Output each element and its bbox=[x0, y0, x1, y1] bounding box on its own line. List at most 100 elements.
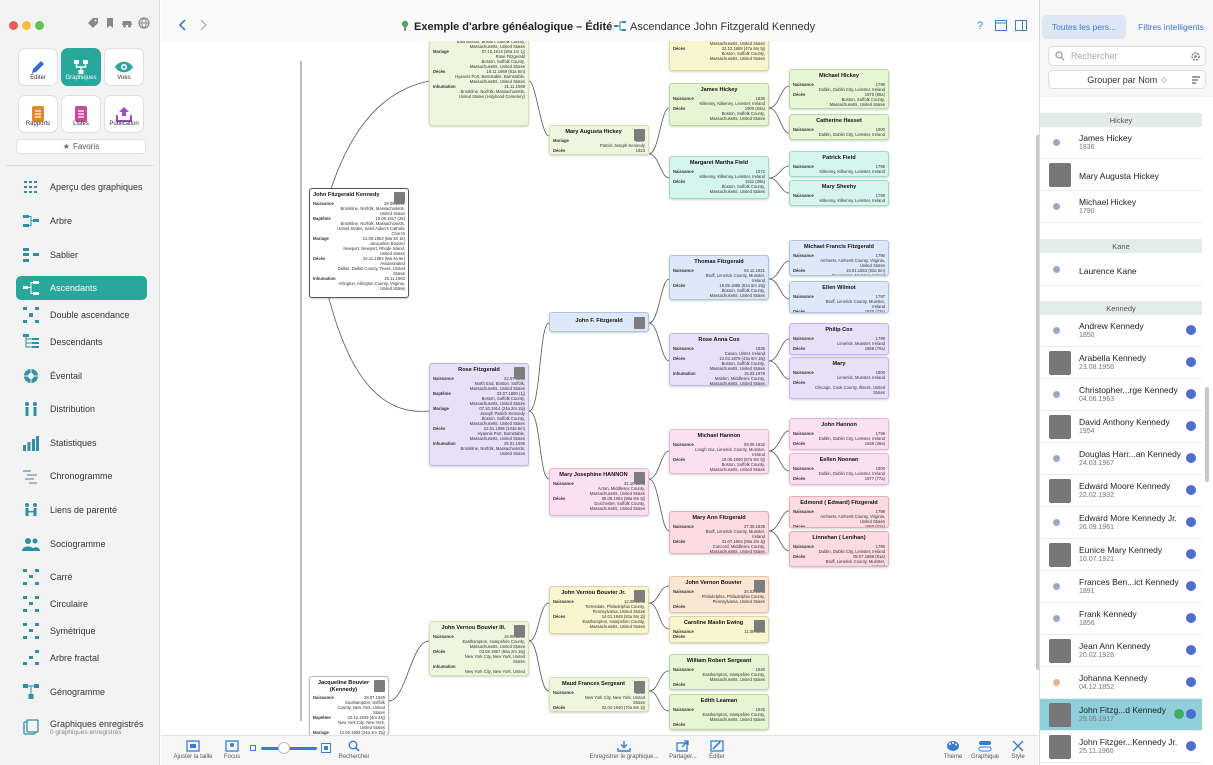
tab-smart-filters[interactable]: Filtres intelligents bbox=[1130, 15, 1212, 39]
reports-button[interactable] bbox=[18, 95, 58, 133]
sidebar-item-hourglass[interactable]: Sablier bbox=[16, 243, 147, 267]
back-chevron-icon[interactable] bbox=[178, 19, 188, 31]
sidebar-item-fractal[interactable]: Arbre fractal bbox=[16, 646, 147, 670]
publish-button[interactable] bbox=[104, 95, 144, 133]
person-card-maud-sergeant[interactable]: Maud Frances Sergeant Naissance1869New Y… bbox=[549, 677, 649, 712]
sidebar-item-ancestors[interactable]: Ascendants bbox=[16, 276, 147, 300]
person-card-jv-bouvier-jr[interactable]: John Vernou Bouvier Jr. Naissance12.08.1… bbox=[549, 586, 649, 634]
window-layout-icon[interactable] bbox=[995, 20, 1007, 31]
sidebar-item-genogram[interactable]: Génogramme bbox=[16, 680, 147, 704]
person-card-thomas-fitzgerald[interactable]: Thomas Fitzgerald Naissance 04.12.1821 Bru… bbox=[669, 255, 769, 300]
list-item[interactable]: Edward Moore Kennedy 22.02.1932 bbox=[1040, 475, 1202, 507]
person-list-scrollbar[interactable] bbox=[1205, 387, 1209, 482]
person-card-jacqueline[interactable]: Jacqueline Bouvier (Kennedy) Naissance 28… bbox=[309, 676, 389, 736]
person-card-john-hannon[interactable]: John Hannon Naissance 1799 Dublin, Dublin … bbox=[789, 418, 889, 450]
list-item[interactable]: Michael Hickey 1790 bbox=[1040, 191, 1202, 223]
tab-all-persons[interactable]: Toutes les pers... bbox=[1042, 15, 1126, 39]
list-item[interactable]: David Anthony Kennedy 1954 bbox=[1040, 411, 1202, 443]
list-item[interactable]: John Fitzger...Kennedy Jr. 25.11.1960 bbox=[1040, 731, 1202, 763]
person-card-michael-francis-fitzgerald[interactable]: Michael Francis Fitzgerald Naissance 1790… bbox=[789, 240, 889, 276]
list-item[interactable]: Douglas Harr...an Kennedy 24.03.1967 bbox=[1040, 443, 1202, 475]
sidebar-item-circular[interactable]: Circulaire bbox=[16, 592, 147, 616]
sidebar-item-overview[interactable]: Aperçu des graphiques bbox=[16, 175, 147, 199]
person-card-mary[interactable]: Mary Naissance 1800 Limerick, Munster, Ire… bbox=[789, 357, 889, 399]
bookmark-icon[interactable] bbox=[103, 16, 117, 30]
person-card-margaret-field[interactable]: Margaret Martha Field Naissance 1872 Kilke… bbox=[669, 156, 769, 199]
list-item[interactable]: James Hickey 1836 bbox=[1040, 127, 1202, 159]
sidebar-item-symmetric[interactable]: Symétrique bbox=[16, 619, 147, 643]
person-card-jv-bouvier-iii[interactable]: John Vernou Bouvier III. Naissance19.05.… bbox=[429, 621, 529, 676]
person-card-edmond-fitzgerald[interactable]: Edmond ( Edward) Fitzgerald Naissance 179… bbox=[789, 496, 889, 528]
list-item[interactable]: Arabella Kennedy 23.08.1956 bbox=[1040, 347, 1202, 379]
group-by-select[interactable]: Grouper par Nom ◇ bbox=[1048, 70, 1206, 89]
sidebar-item-relationship[interactable]: Liens de parenté bbox=[16, 498, 147, 522]
sidebar-item-descendants[interactable]: Descendants bbox=[16, 330, 147, 354]
person-card-william-sergeant[interactable]: William Robert Sergeant Naissance 1840 Eas… bbox=[669, 654, 769, 690]
list-item[interactable]: Andrew Kennedy 1850 bbox=[1040, 315, 1202, 347]
sidebar-item-square[interactable]: Carré bbox=[16, 565, 147, 589]
person-card-james-hickey[interactable]: James Hickey Naissance 1836 Kilkenny, Kilk… bbox=[669, 83, 769, 126]
chart-canvas[interactable]: John Fitzgerald Kennedy Naissance29.05.1… bbox=[161, 41, 1038, 741]
person-card-ellen-wilmot[interactable]: Ellen Wilmot Naissance 1797 Bruff, Limeric… bbox=[789, 281, 889, 313]
person-card-rose-fitzgerald[interactable]: Rose Fitzgerald Naissance22.07.1890North… bbox=[429, 363, 529, 466]
person-card-caroline-ewing[interactable]: Caroline Maslin Ewing Naissance11.08.184… bbox=[669, 616, 769, 643]
sidebar-item-statistics[interactable]: Statistiques bbox=[16, 431, 147, 455]
detail-label bbox=[313, 221, 335, 236]
close-window-button[interactable] bbox=[9, 21, 18, 30]
gear-icon[interactable] bbox=[1190, 51, 1201, 62]
list-item[interactable]: Christopher...rge Kennedy 04.06.1963 bbox=[1040, 379, 1202, 411]
list-item[interactable]: Laurence Kane bbox=[1040, 254, 1202, 286]
sidebar-item-distribution[interactable]: Distribution bbox=[16, 397, 147, 421]
person-card-michael-hannon[interactable]: Michael Hannon Naissance 09.08.1832 Lough … bbox=[669, 429, 769, 474]
list-item[interactable]: Edward More Kennedy Jr. 26.09.1961 bbox=[1040, 507, 1202, 539]
person-card-catherine-hasset[interactable]: Catherine Hasset Naissance 1800 Dublin, Du… bbox=[789, 114, 889, 140]
person-card-jfk[interactable]: John Fitzgerald Kennedy Naissance29.05.1… bbox=[309, 188, 409, 298]
person-card-mary-ann-fitzgerald[interactable]: Mary Ann Fitzgerald Naissance 27.05.1835 B… bbox=[669, 511, 769, 554]
zoom-slider-thumb[interactable] bbox=[278, 742, 290, 754]
list-item[interactable]: Johanna Kennedy 04.12.1852 bbox=[1040, 667, 1202, 699]
tag-icon[interactable] bbox=[86, 16, 100, 30]
sort-icon[interactable] bbox=[1191, 75, 1201, 85]
sidebar-item-sociogram[interactable]: Sociogramme bbox=[16, 532, 147, 556]
save-chart-button[interactable]: Enregistrer le graphique... bbox=[589, 740, 659, 760]
person-card-mary-josephine-hannon[interactable]: Mary Josephine HANNON Naissance31.10.186… bbox=[549, 468, 649, 516]
person-card-linnehan[interactable]: Linnehan ( Lenihan) Naissance 1795 Dublin,… bbox=[789, 531, 889, 567]
person-card-patrick-field[interactable]: Patrick Field Naissance 1795 Kilkenny, Kil… bbox=[789, 151, 889, 177]
forward-chevron-icon[interactable] bbox=[198, 19, 208, 31]
list-item[interactable]: Frank Kennedy 1856 bbox=[1040, 603, 1202, 635]
person-card-philip-cox[interactable]: Philip Cox Naissance 1799 Limerick, Munste… bbox=[789, 323, 889, 355]
list-item-selected[interactable]: John Fitzg...d Kennedy 29.05.1917 bbox=[1040, 699, 1202, 731]
person-card-michael-hickey[interactable]: Michael Hickey Naissance 1790 Dublin, Dubl… bbox=[789, 69, 889, 109]
sidebar-item-tree[interactable]: Arbre bbox=[16, 209, 147, 233]
zoom-out-icon[interactable] bbox=[250, 745, 256, 751]
list-item[interactable]: Mary Augusta Hickey bbox=[1040, 159, 1202, 191]
list-item[interactable]: Frances Ben...ict Kennedy 1891 bbox=[1040, 571, 1202, 603]
globe-icon[interactable] bbox=[137, 16, 151, 30]
sidebar-item-timeline[interactable]: Chronogramme bbox=[16, 464, 147, 488]
style-button[interactable]: Style bbox=[993, 740, 1043, 760]
favorites-button[interactable]: ★ Favoris bbox=[16, 139, 146, 154]
person-card-edith-leaman[interactable]: Edith Leaman Naissance 1845 Easthampton, H… bbox=[669, 694, 769, 730]
car-icon[interactable] bbox=[120, 16, 134, 30]
person-card-mary-sheehy[interactable]: Mary Sheehy Naissance 1799 Kilkenny, Kilke… bbox=[789, 180, 889, 206]
person-card-eellen-noonan[interactable]: Eellen Noonan Naissance 1800 Dublin, Dubli… bbox=[789, 453, 889, 485]
list-item[interactable]: Eunice Mary Kennedy 10.07.1921 bbox=[1040, 539, 1202, 571]
person-card-rose-anna-cox[interactable]: Rose Anna Cox Naissance 1835 Cavan, Ulster… bbox=[669, 333, 769, 386]
sidebar-item-fan[interactable]: Éventail bbox=[16, 364, 147, 388]
edit-chart-button[interactable]: Éditer bbox=[692, 740, 742, 760]
person-card-mary-augusta[interactable]: Mary Augusta Hickey Mariage1887Patrick J… bbox=[549, 125, 649, 155]
person-card-john-f-fitzgerald[interactable]: John F. Fitzgerald bbox=[549, 312, 649, 332]
person-card-joseph-kennedy[interactable]: Baptême20.05.1888 (3j)East Boston, Bosto… bbox=[429, 41, 529, 126]
zoom-window-button[interactable] bbox=[35, 21, 44, 30]
person-card-top-yellow[interactable]: Boston, Suffolk County, Massachusetts, U… bbox=[669, 41, 769, 71]
search-button[interactable]: Rechercher bbox=[329, 740, 379, 760]
minimize-window-button[interactable] bbox=[22, 21, 31, 30]
lists-button[interactable] bbox=[61, 95, 101, 133]
person-search-input[interactable]: Rechercher bbox=[1048, 46, 1206, 66]
list-item[interactable]: Jean Ann Kennedy 20.02.1928 bbox=[1040, 635, 1202, 667]
sidebar-item-double-ancestry[interactable]: Double ascendance bbox=[16, 303, 147, 327]
sidebar-item-saved-charts[interactable]: Graphiques enregistrés 0 graphiques enre… bbox=[16, 713, 147, 741]
help-button[interactable]: ? bbox=[977, 20, 983, 32]
person-card-john-vernon-bouvier[interactable]: John Vernon Bouvier Naissance25.03.1843P… bbox=[669, 576, 769, 613]
sidebar-toggle-icon[interactable] bbox=[1015, 20, 1027, 31]
